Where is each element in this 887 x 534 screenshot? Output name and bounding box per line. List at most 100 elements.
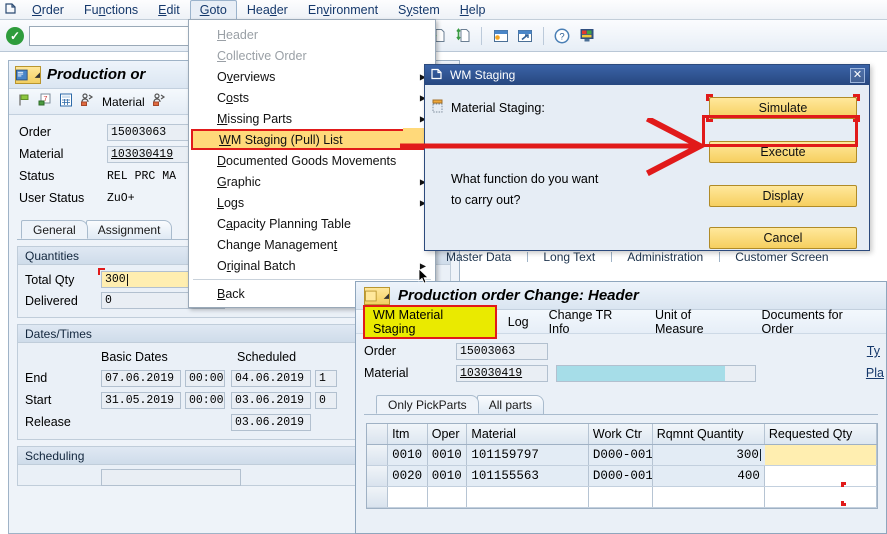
cell-rqmnt-quantity xyxy=(653,487,765,507)
menu-goto[interactable]: Goto xyxy=(189,0,237,20)
cell-work-ctr: D000-001 xyxy=(589,445,653,465)
cell-oper: 0010 xyxy=(428,466,468,486)
table-select-all-cell[interactable] xyxy=(367,424,389,444)
display-button[interactable]: Display xyxy=(709,185,857,207)
tab-assignment[interactable]: Assignment xyxy=(85,220,173,239)
tab-all-parts[interactable]: All parts xyxy=(476,395,545,414)
start-basic-time[interactable]: 00:00 xyxy=(185,391,225,409)
table-row[interactable]: 0020 0010 101155563 D000-001 400 xyxy=(367,466,878,487)
menuitem-logs[interactable]: Logs ▶ xyxy=(189,192,435,213)
new-window-icon[interactable] xyxy=(490,26,510,46)
menuitem-costs[interactable]: Co sts ▶ xyxy=(189,87,435,108)
menuitem-capacity-planning-table[interactable]: Ca pacity Planning Table xyxy=(189,213,435,234)
menuitem-overviews[interactable]: Ov erviews ▶ xyxy=(189,66,435,87)
layout-customizing-icon[interactable] xyxy=(577,26,597,46)
menuitem-unit-of-measure[interactable]: Unit of Measure xyxy=(645,308,752,336)
tab-master-data[interactable]: Master Data xyxy=(430,250,527,264)
menuitem-documents-for-order[interactable]: Documents for Order xyxy=(752,308,886,336)
question-line-1: What function do you want xyxy=(451,172,599,186)
tab-administration[interactable]: Administration xyxy=(611,250,719,264)
column-header-material[interactable]: Material xyxy=(467,424,589,444)
menu-order[interactable]: Order xyxy=(22,0,74,20)
table-row[interactable]: 0010 0010 101159797 D000-001 300 xyxy=(367,445,877,466)
menu-functions[interactable]: Functions xyxy=(74,0,148,20)
document-icon[interactable]: 7 xyxy=(38,93,52,110)
tab-general[interactable]: General xyxy=(21,220,88,239)
menu-header[interactable]: Header xyxy=(237,0,298,20)
menuitem-header: Header xyxy=(217,27,259,42)
menuitem-change-management[interactable]: Change Managemen t xyxy=(189,234,435,255)
material-component-icon[interactable] xyxy=(80,93,95,110)
chevron-down-icon[interactable]: ◢ xyxy=(384,292,389,300)
toolbar-operation-label[interactable] xyxy=(174,95,177,109)
menuitem-change-tr-info[interactable]: Change TR Info xyxy=(539,308,645,336)
operation-component-icon[interactable] xyxy=(152,93,167,110)
staging-list-icon xyxy=(431,99,444,116)
cell-material xyxy=(467,487,589,507)
material-description-redacted xyxy=(557,365,725,381)
lower-window-menubar: WM Material Staging Log Change TR Info U… xyxy=(356,304,886,339)
lower-field-order-value[interactable]: 15003063 xyxy=(456,342,548,360)
column-header-requested-qty[interactable]: Requested Qty xyxy=(765,424,878,444)
command-field[interactable]: ▼ xyxy=(29,25,212,46)
menu-help[interactable]: Help xyxy=(450,0,496,20)
lower-field-material-desc xyxy=(556,364,756,382)
production-order-change-header-window: ◢ Production order Change: Header WM Mat… xyxy=(355,281,887,534)
column-header-oper[interactable]: Oper xyxy=(428,424,468,444)
help-icon[interactable]: ? xyxy=(552,26,572,46)
field-user-status-value: ZuO+ xyxy=(107,191,135,205)
menu-bar: Order Functions Edit Goto Header Environ… xyxy=(0,0,887,20)
material-staging-label: Material Staging: xyxy=(451,101,545,115)
menu-system[interactable]: System xyxy=(388,0,450,20)
scheduling-field[interactable] xyxy=(101,469,241,486)
lower-field-material-right-label: Pla xyxy=(865,366,884,380)
chevron-down-icon[interactable]: ◢ xyxy=(35,71,40,79)
column-header-itm[interactable]: Itm xyxy=(388,424,428,444)
end-basic-date[interactable]: 07.06.2019 xyxy=(101,369,181,387)
menuitem-log[interactable]: Log xyxy=(498,315,539,329)
menu-edit[interactable]: Edit xyxy=(148,0,190,20)
menu-environment[interactable]: Environment xyxy=(298,0,388,20)
menuitem-wm-staging-pull-list[interactable]: WM Staging (Pull) List xyxy=(191,129,433,150)
tab-customer-screen[interactable]: Customer Screen xyxy=(719,250,844,264)
row-select-cell[interactable] xyxy=(367,487,389,507)
cancel-button[interactable]: Cancel xyxy=(709,227,857,249)
cell-requested-qty-input[interactable] xyxy=(764,487,878,507)
dialog-title-bar: WM Staging ✕ xyxy=(425,65,869,85)
flag-icon[interactable] xyxy=(17,93,31,110)
row-select-cell[interactable] xyxy=(367,466,389,486)
start-sched-time: 0 xyxy=(315,391,337,409)
toolbar-material-label[interactable]: Material xyxy=(102,95,145,109)
open-window-icon[interactable] xyxy=(515,26,535,46)
upload-download-icon[interactable] xyxy=(453,26,473,46)
column-header-work-ctr[interactable]: Work Ctr xyxy=(589,424,653,444)
menuitem-graphic[interactable]: Graphic ▶ xyxy=(189,171,435,192)
end-basic-time[interactable]: 00:00 xyxy=(185,369,225,387)
date-release-label: Release xyxy=(25,415,71,429)
ok-check-icon[interactable]: ✓ xyxy=(6,26,24,45)
execute-button[interactable]: Execute xyxy=(709,141,857,163)
window-menu-button[interactable]: ◢ xyxy=(15,65,41,84)
field-user-status-label: User Status xyxy=(19,191,85,205)
page-title: Production or xyxy=(47,66,146,83)
cell-requested-qty-input[interactable] xyxy=(764,445,877,465)
cell-requested-qty-input[interactable] xyxy=(764,466,878,486)
menuitem-wm-material-staging[interactable]: WM Material Staging xyxy=(363,304,497,339)
column-header-rqmnt-quantity[interactable]: Rqmnt Quantity xyxy=(653,424,765,444)
system-menu-icon[interactable] xyxy=(0,2,22,18)
table-row[interactable] xyxy=(367,487,878,508)
menuitem-original-batch[interactable]: Or iginal Batch ▶ xyxy=(189,255,435,276)
lower-window-menu-button[interactable]: ◢ xyxy=(364,286,390,305)
tab-only-pickparts[interactable]: Only PickParts xyxy=(376,395,479,414)
start-basic-date[interactable]: 31.05.2019 xyxy=(101,391,181,409)
date-start-label: Start xyxy=(25,393,52,407)
calculator-icon[interactable] xyxy=(59,93,73,110)
close-icon[interactable]: ✕ xyxy=(850,67,865,83)
tab-long-text[interactable]: Long Text xyxy=(527,250,611,264)
lower-field-order: Order 15003063 Ty xyxy=(364,340,886,362)
simulate-button[interactable]: Simulate xyxy=(709,97,857,119)
lower-field-material-value[interactable]: 103030419 xyxy=(456,364,548,382)
menuitem-documented-goods-movements[interactable]: Documented Goods Movements xyxy=(189,150,435,171)
menuitem-missing-parts[interactable]: Missing Parts ▶ xyxy=(189,108,435,129)
row-select-cell[interactable] xyxy=(367,445,389,465)
